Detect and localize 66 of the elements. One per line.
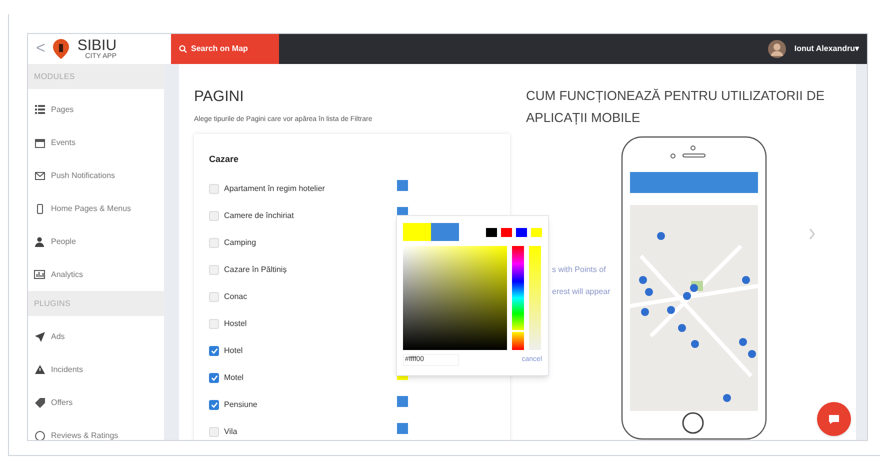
checkbox[interactable] — [209, 265, 219, 275]
user-menu[interactable]: Ionut Alexandru▾ — [794, 43, 859, 55]
paper-plane-icon — [34, 332, 44, 342]
checkbox-label: Cazare în Păltiniș — [224, 264, 287, 276]
sidebar-item[interactable]: Offers — [51, 396, 73, 408]
previous-color-swatch[interactable] — [431, 223, 459, 241]
preset-color-swatch[interactable] — [486, 228, 497, 236]
tag-icon — [34, 398, 44, 408]
chat-icon — [828, 414, 840, 424]
hue-slider-thumb[interactable] — [512, 330, 524, 332]
preset-color-swatch[interactable] — [501, 228, 512, 236]
person-icon — [35, 236, 44, 246]
checkbox-label: Motel — [224, 372, 244, 384]
list-icon — [34, 105, 44, 114]
sidebar-section-header: PLUGINS — [28, 291, 164, 316]
chart-icon — [34, 270, 45, 279]
checkbox[interactable] — [209, 319, 219, 329]
search-on-map-button[interactable]: Search on Map — [171, 34, 279, 64]
checkbox[interactable] — [209, 346, 219, 356]
warning-icon — [34, 365, 44, 374]
checkbox-label: Apartament în regim hotelier — [224, 183, 325, 195]
phone-icon — [36, 204, 42, 214]
sidebar-item[interactable]: Analytics — [51, 268, 84, 280]
checkbox[interactable] — [209, 238, 219, 248]
avatar-icon — [768, 40, 786, 58]
search-icon — [179, 45, 187, 53]
category-title: Cazare — [209, 154, 239, 164]
checkbox[interactable] — [209, 211, 219, 221]
section-title: CUM FUNCȚIONEAZĂ PENTRU UTILIZATORII DE APLICAȚII MOBILE — [526, 87, 826, 127]
checkbox-label: Camere de închiriat — [224, 210, 294, 222]
sidebar-item[interactable]: Home Pages & Menus — [51, 202, 132, 214]
envelope-icon — [34, 172, 44, 180]
checkbox-label: Hostel — [224, 318, 247, 330]
checkbox-label: Vila — [224, 426, 238, 438]
back-button[interactable]: < — [36, 37, 46, 61]
sidebar-item[interactable]: Ads — [51, 330, 65, 342]
color-swatch[interactable] — [397, 422, 408, 434]
sidebar-item[interactable]: Reviews & Ratings — [51, 430, 118, 440]
checkbox[interactable] — [209, 292, 219, 302]
saturation-area[interactable] — [403, 246, 507, 350]
checkbox-label: Camping — [224, 237, 256, 249]
color-swatch[interactable] — [397, 396, 408, 406]
checkbox[interactable] — [209, 184, 219, 194]
checkbox[interactable] — [209, 400, 219, 410]
checkbox-label: Pensiune — [224, 399, 258, 411]
preset-color-swatch[interactable] — [531, 228, 542, 236]
description-text: s with Points of — [552, 264, 607, 276]
alpha-slider-fill[interactable] — [529, 246, 541, 350]
sidebar-item[interactable]: Incidents — [51, 364, 84, 376]
calendar-icon — [34, 138, 44, 148]
section-title: PAGINI — [194, 89, 245, 104]
description-text: erest will appear — [552, 286, 610, 298]
sidebar-item[interactable]: Push Notifications — [51, 170, 116, 182]
color-swatch[interactable] — [397, 180, 408, 190]
checkbox-label: Conac — [224, 291, 248, 303]
sidebar-item[interactable]: Pages — [51, 104, 74, 116]
sidebar-item[interactable]: Events — [51, 136, 76, 148]
preset-color-swatch[interactable] — [516, 228, 527, 236]
checkbox[interactable] — [209, 373, 219, 383]
checkbox-label: Hotel — [224, 345, 243, 357]
logo-pin-icon — [53, 39, 70, 59]
chat-button[interactable] — [817, 402, 851, 436]
logo-title: SIBIU — [77, 38, 117, 53]
checkbox[interactable] — [209, 427, 219, 437]
sidebar-item[interactable]: People — [51, 236, 76, 248]
sidebar-section-header: MODULES — [28, 64, 164, 89]
